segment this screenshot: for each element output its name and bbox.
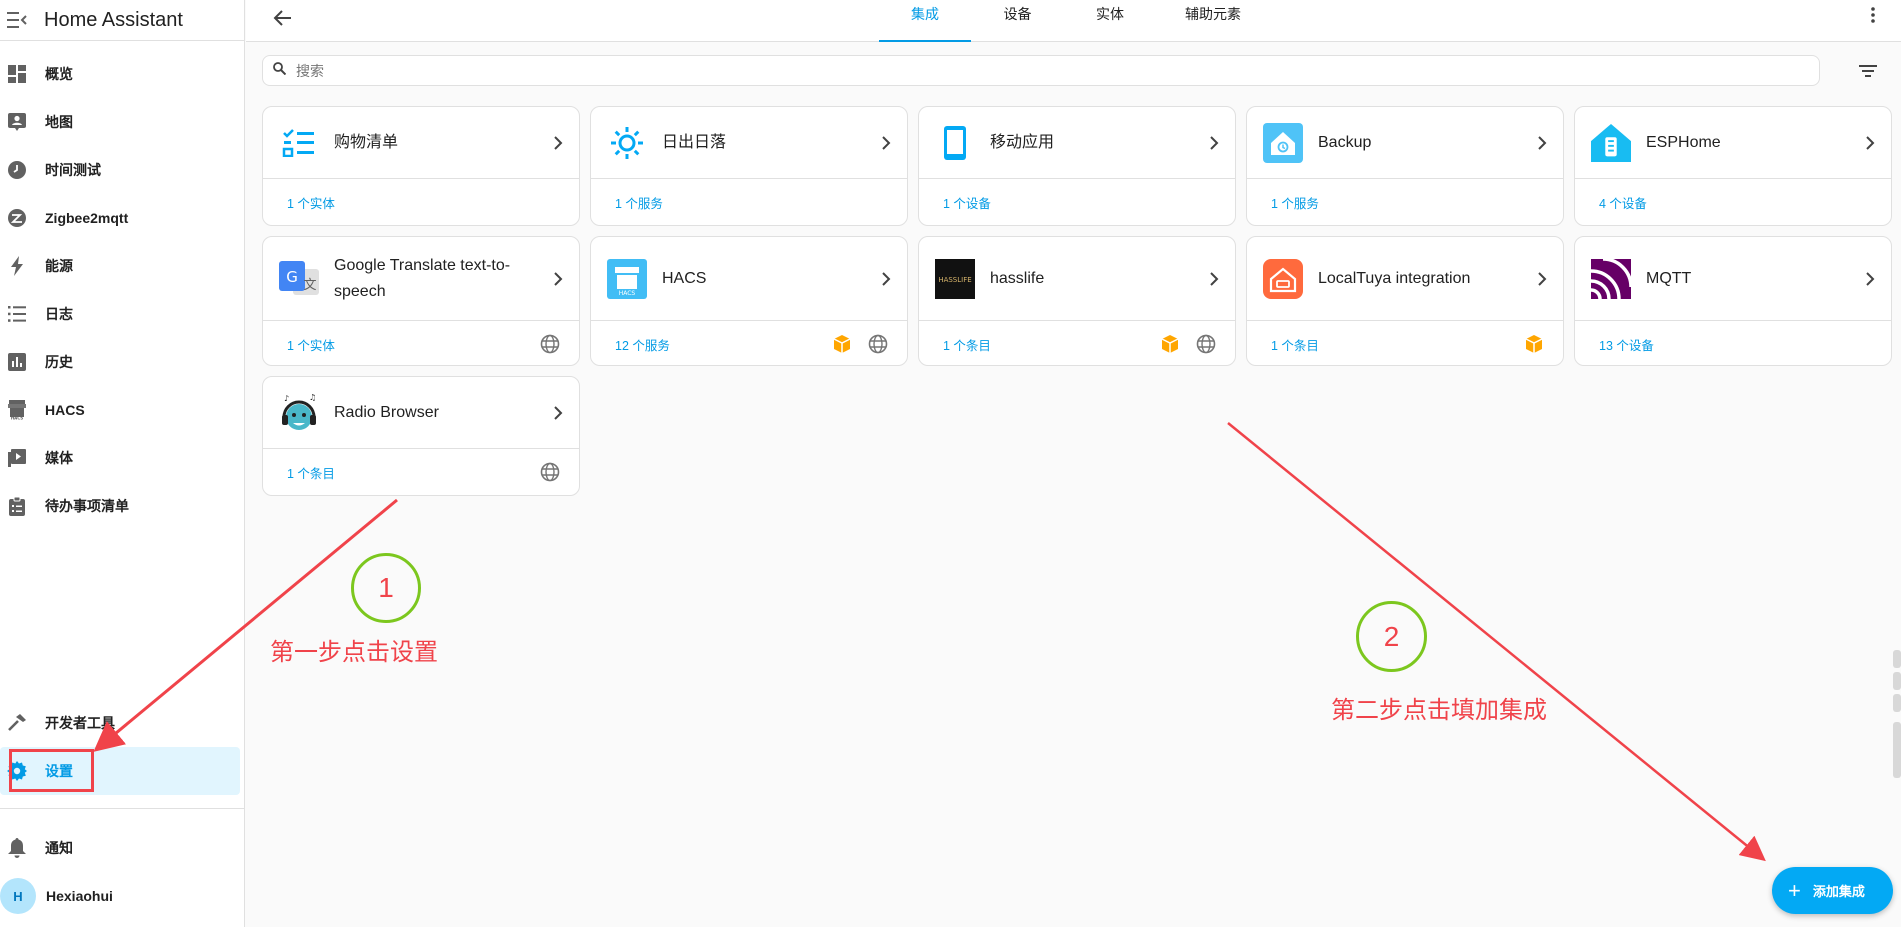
arrow-to-add-integration <box>1227 422 1766 862</box>
add-integration-button[interactable]: + 添加集成 <box>1772 867 1893 914</box>
scrollbar-segment[interactable] <box>1893 694 1901 712</box>
annotation-step-2-text: 第二步点击填加集成 <box>1331 697 1547 724</box>
arrow-to-settings <box>93 498 398 752</box>
annotation-step-2-circle: 2 <box>1356 601 1427 672</box>
annotation-arrows <box>93 422 1766 862</box>
scrollbar-segment[interactable] <box>1893 672 1901 690</box>
plus-icon: + <box>1788 877 1801 903</box>
annotation-number: 1 <box>378 572 394 603</box>
annotation-number: 2 <box>1383 620 1400 652</box>
annotation-step-1-circle: 1 <box>351 553 421 623</box>
scrollbar-segment[interactable] <box>1893 650 1901 668</box>
scrollbar-thumb[interactable] <box>1893 722 1901 778</box>
annotation-step-1-text: 第一步点击设置 <box>270 639 438 666</box>
add-integration-label: 添加集成 <box>1812 884 1865 899</box>
